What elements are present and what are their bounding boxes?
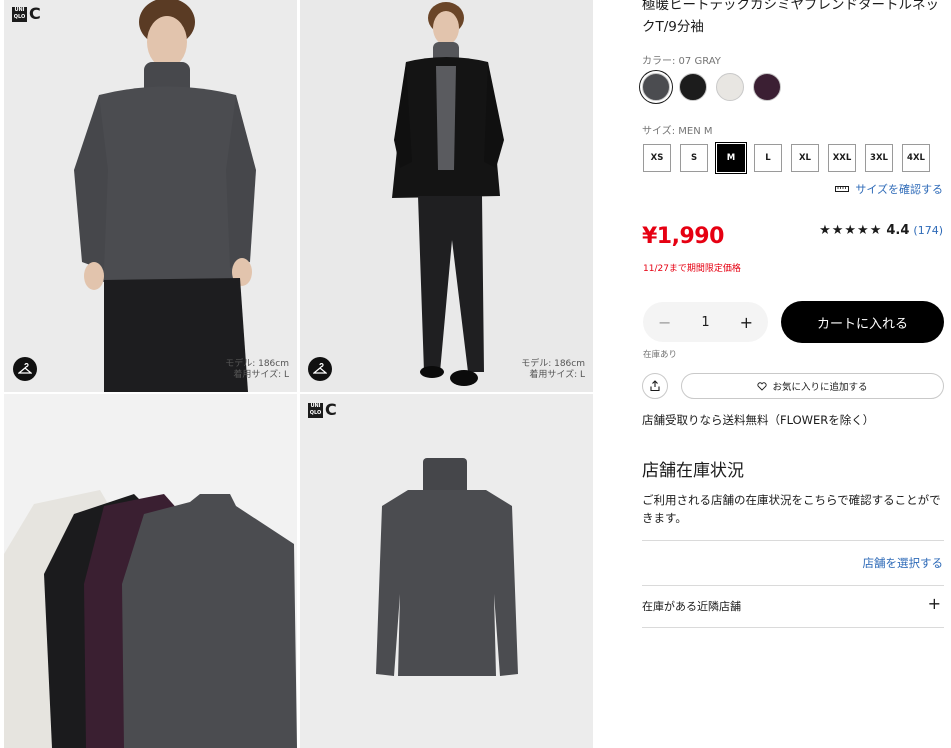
product-title: 極暖ヒートテックカシミヤブレンドタートルネックT/9分袖	[642, 0, 939, 35]
model-info: モデル: 186cm 着用サイズ: L	[521, 359, 585, 380]
size-option-s[interactable]: S	[680, 144, 708, 172]
gallery-image-color-lineup[interactable]	[4, 394, 297, 748]
gallery-image-model-front[interactable]: UNI QLO C モデル: 186cm 着用サイズ: L	[4, 0, 297, 392]
quantity-minus-button[interactable]: −	[658, 313, 671, 332]
add-to-cart-button[interactable]: カートに入れる	[781, 301, 944, 343]
uniqlo-c-logo: UNI QLO C	[12, 4, 41, 23]
add-to-favorites-button[interactable]: お気に入りに追加する	[681, 373, 944, 399]
share-icon	[650, 380, 660, 392]
size-option-xxl[interactable]: XXL	[828, 144, 856, 172]
promo-text: 11/27まで期間限定価格	[643, 264, 741, 274]
color-swatch-gray[interactable]	[642, 73, 670, 101]
model-photo-2	[392, 2, 504, 386]
gallery-image-model-jacket[interactable]: モデル: 186cm 着用サイズ: L	[300, 0, 593, 392]
store-stock-heading: 店舗在庫状況	[642, 461, 744, 481]
color-swatch-off-white[interactable]	[716, 73, 744, 101]
image-gallery: UNI QLO C モデル: 186cm 着用サイズ: L モデル: 186cm…	[0, 0, 598, 748]
ruler-icon	[835, 186, 850, 192]
size-option-xl[interactable]: XL	[791, 144, 819, 172]
color-lineup-photo	[4, 490, 297, 748]
size-option-l[interactable]: L	[754, 144, 782, 172]
divider	[642, 540, 944, 541]
color-swatches	[642, 73, 781, 101]
heart-icon	[757, 381, 768, 391]
size-check-link[interactable]: サイズを確認する	[835, 181, 943, 197]
shipping-note: 店舗受取りなら送料無料（FLOWERを除く）	[642, 413, 875, 427]
color-label: カラー: 07 GRAY	[642, 56, 721, 67]
size-option-m[interactable]: M	[717, 144, 745, 172]
model-info: モデル: 186cm 着用サイズ: L	[225, 359, 289, 380]
store-stock-description: ご利用される店舗の在庫状況をこちらで確認することができます。	[642, 493, 941, 525]
hanger-icon[interactable]	[308, 357, 332, 381]
quantity-stepper: − 1 +	[643, 302, 768, 342]
divider	[642, 627, 944, 628]
quantity-value: 1	[701, 314, 710, 330]
price: ¥1,990	[642, 224, 724, 249]
gallery-image-flat-product[interactable]: UNI QLO C	[300, 394, 593, 748]
color-swatch-wine[interactable]	[753, 73, 781, 101]
color-swatch-black[interactable]	[679, 73, 707, 101]
divider	[642, 585, 944, 586]
size-options: XS S M L XL XXL 3XL 4XL	[643, 144, 930, 172]
share-button[interactable]	[642, 373, 668, 399]
size-option-3xl[interactable]: 3XL	[865, 144, 893, 172]
size-option-xs[interactable]: XS	[643, 144, 671, 172]
expand-plus-icon[interactable]: +	[928, 594, 941, 613]
size-option-4xl[interactable]: 4XL	[902, 144, 930, 172]
rating[interactable]: ★★★★★ 4.4 (174)	[819, 223, 943, 238]
uniqlo-c-logo: UNI QLO C	[308, 400, 337, 419]
flat-product-photo	[376, 458, 518, 676]
review-count-link[interactable]: (174)	[913, 224, 943, 237]
select-store-link[interactable]: 店舗を選択する	[863, 555, 944, 571]
nearby-stores-toggle[interactable]: 在庫がある近隣店舗	[642, 598, 741, 614]
hanger-icon[interactable]	[13, 357, 37, 381]
stock-status: 在庫あり	[643, 350, 678, 360]
quantity-plus-button[interactable]: +	[740, 313, 753, 332]
rating-value: 4.4	[886, 223, 910, 238]
rating-stars-icon: ★★★★★	[819, 223, 883, 238]
size-label: サイズ: MEN M	[642, 126, 713, 137]
model-photo-1	[74, 0, 256, 392]
